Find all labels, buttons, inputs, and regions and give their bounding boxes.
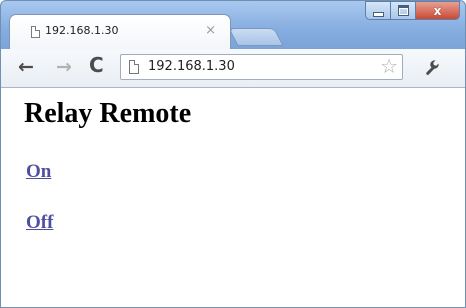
on-link[interactable]: On [26, 161, 51, 183]
minimize-icon [372, 11, 384, 17]
tab-active[interactable]: 192.168.1.30 × [9, 14, 231, 49]
title-bar: 192.168.1.30 × x [1, 1, 465, 49]
back-button[interactable]: ← [18, 57, 34, 77]
close-button[interactable]: x [416, 1, 460, 20]
toolbar: ← → C 192.168.1.30 ☆ [1, 49, 465, 88]
url-text[interactable]: 192.168.1.30 [148, 59, 235, 74]
maximize-icon [397, 5, 409, 16]
wrench-icon[interactable] [419, 54, 445, 80]
page-title: Relay Remote [24, 98, 192, 129]
new-tab-button[interactable] [228, 28, 284, 46]
bookmark-star-icon[interactable]: ☆ [380, 54, 398, 78]
page-icon [129, 60, 139, 74]
close-icon: x [433, 3, 442, 18]
browser-window: 192.168.1.30 × x ← → C 192.168.1.30 ☆ Re… [0, 0, 466, 308]
minimize-button[interactable] [365, 1, 391, 20]
window-controls: x [365, 1, 460, 20]
page-content: Relay Remote On Off [1, 88, 465, 307]
page-icon [31, 26, 40, 38]
off-link[interactable]: Off [26, 212, 53, 234]
reload-button[interactable]: C [89, 55, 104, 75]
tab-title: 192.168.1.30 [45, 24, 119, 37]
forward-button[interactable]: → [56, 57, 72, 77]
tab-close-button[interactable]: × [205, 23, 216, 38]
maximize-button[interactable] [391, 1, 416, 20]
address-bar[interactable]: 192.168.1.30 ☆ [120, 54, 403, 80]
